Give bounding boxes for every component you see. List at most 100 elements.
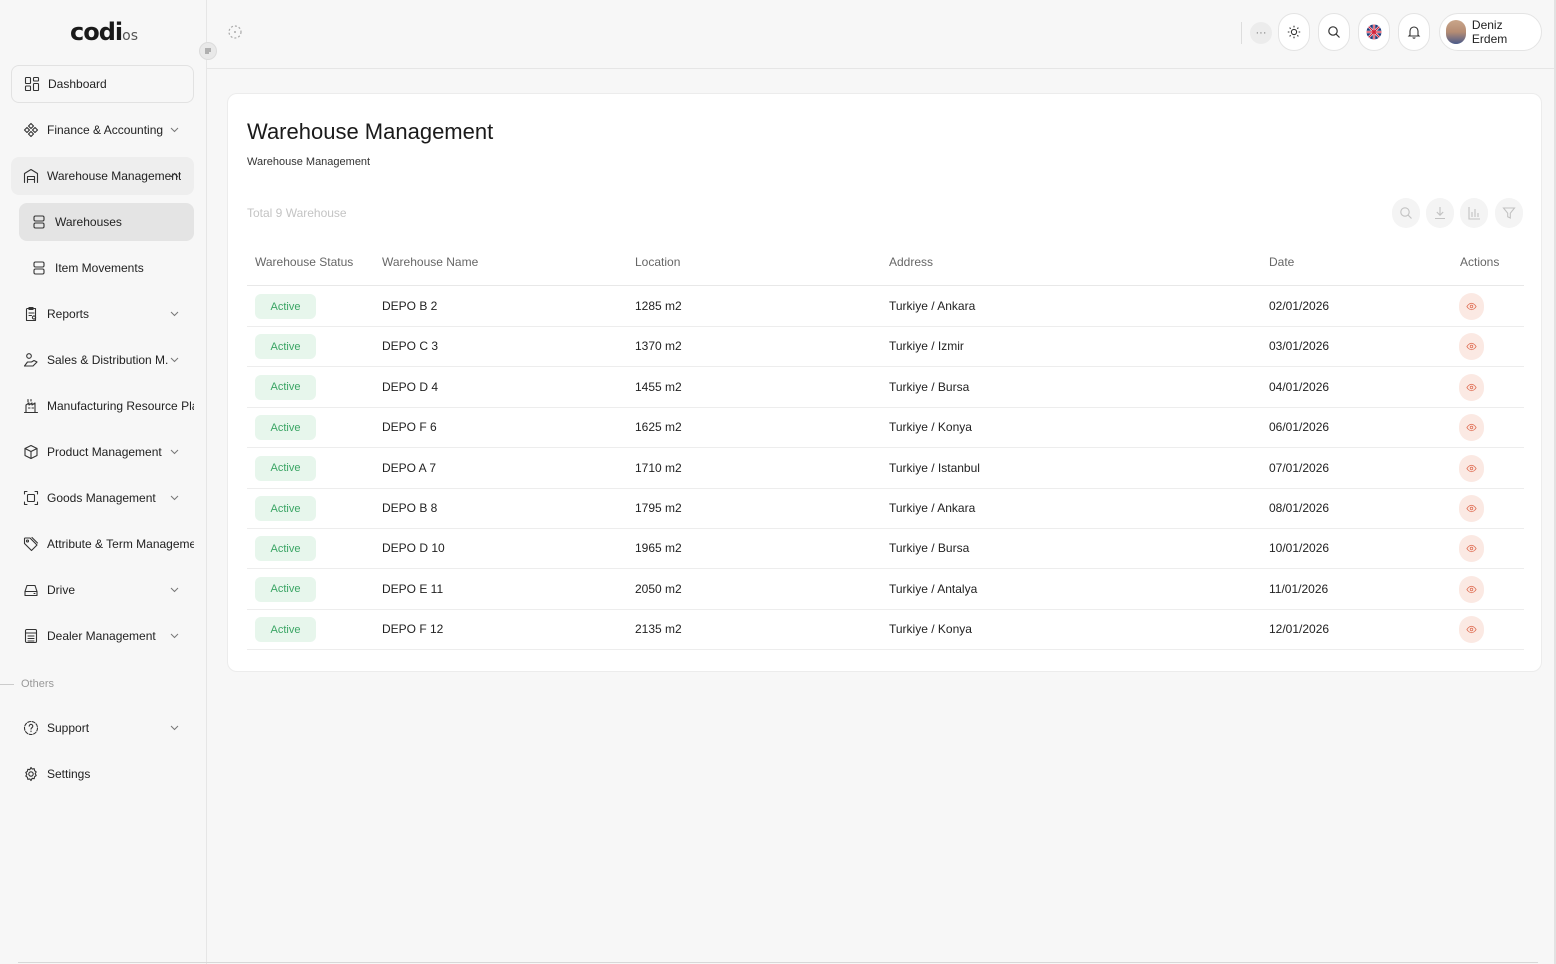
warehouse-name-cell: DEPO F 6 xyxy=(382,420,437,435)
view-button[interactable] xyxy=(1459,373,1484,401)
table-row[interactable]: Active DEPO C 3 1370 m2 Turkiye / Izmir 03/0… xyxy=(247,326,1524,368)
chart-button[interactable] xyxy=(1460,198,1488,228)
language-button[interactable] xyxy=(1358,13,1390,51)
table-search-button[interactable] xyxy=(1392,198,1420,228)
table-row[interactable]: Active DEPO A 7 1710 m2 Turkiye / Istanbul 0… xyxy=(247,448,1524,489)
warehouse-name-cell: DEPO C 3 xyxy=(382,339,439,354)
location-cell: 1455 m2 xyxy=(635,379,682,394)
sidebar-item-finance-accounting[interactable]: Finance & Accounting xyxy=(11,111,194,149)
sidebar-item-attribute-term-management[interactable]: Attribute & Term Management xyxy=(11,525,194,563)
table-row[interactable]: Active DEPO D 10 1965 m2 Turkiye / Bursa 10/… xyxy=(247,528,1524,570)
menu-icon xyxy=(205,48,211,54)
date-cell: 04/01/2026 xyxy=(1269,379,1330,394)
view-button[interactable] xyxy=(1459,575,1484,603)
sidebar: codios Dashboard Finance & Accounting Ware… xyxy=(0,0,207,964)
sun-icon xyxy=(1287,25,1301,39)
eye-icon xyxy=(1466,626,1477,634)
download-button[interactable] xyxy=(1426,198,1454,228)
address-cell: Turkiye / Ankara xyxy=(889,299,976,313)
sidebar-item-goods-management[interactable]: Goods Management xyxy=(11,479,194,517)
location-cell: 1795 m2 xyxy=(635,501,682,515)
sidebar-item-item-movements[interactable]: Item Movements xyxy=(19,249,194,287)
chevron-down-icon xyxy=(170,357,179,363)
view-button[interactable] xyxy=(1459,616,1484,644)
table-row[interactable]: Active DEPO B 2 1285 m2 Turkiye / Ankara 02/… xyxy=(247,286,1524,327)
sales-icon xyxy=(23,353,38,367)
address-cell: Turkiye / Bursa xyxy=(889,541,970,556)
table-row[interactable]: Active DEPO E 11 2050 m2 Turkiye / Antalya 1… xyxy=(247,569,1524,610)
chevron-down-icon xyxy=(170,725,179,731)
column-header-status[interactable]: Warehouse Status xyxy=(255,255,353,269)
view-button[interactable] xyxy=(1459,293,1484,320)
address-cell: Turkiye / Istanbul xyxy=(889,460,980,475)
search-button[interactable] xyxy=(1318,13,1350,51)
others-section-label: Others xyxy=(0,678,54,690)
view-button[interactable] xyxy=(1459,495,1484,522)
sidebar-item-support[interactable]: Support xyxy=(11,709,194,747)
eye-icon xyxy=(1466,424,1477,432)
status-badge: Active xyxy=(255,334,316,360)
column-header-location[interactable]: Location xyxy=(635,255,680,269)
status-badge: Active xyxy=(255,455,316,481)
location-cell: 1710 m2 xyxy=(635,460,682,475)
sidebar-item-manufacturing-resource-planni[interactable]: Manufacturing Resource Planni xyxy=(11,387,194,425)
sidebar-item-settings[interactable]: Settings xyxy=(11,755,194,793)
column-header-actions: Actions xyxy=(1460,255,1500,269)
sidebar-item-icon xyxy=(23,536,39,552)
server-icon xyxy=(33,261,45,275)
filter-button[interactable] xyxy=(1495,198,1523,228)
sidebar-item-warehouse-management[interactable]: Warehouse Management xyxy=(11,157,194,195)
sidebar-item-sales-distribution-m[interactable]: Sales & Distribution M. xyxy=(11,341,194,379)
notifications-button[interactable] xyxy=(1398,13,1430,51)
warehouse-name-cell: DEPO D 10 xyxy=(382,541,445,556)
sidebar-item-drive[interactable]: Drive xyxy=(11,571,194,609)
column-header-date[interactable]: Date xyxy=(1269,255,1294,269)
more-options-button[interactable]: ··· xyxy=(1250,22,1272,44)
sidebar-item-dealer-management[interactable]: Dealer Management xyxy=(11,617,194,655)
brand-logo[interactable]: codios xyxy=(70,18,138,46)
dealer-icon xyxy=(24,628,38,644)
sidebar-item-icon xyxy=(23,720,39,736)
view-button[interactable] xyxy=(1459,333,1484,361)
breadcrumb[interactable]: Warehouse Management xyxy=(247,156,370,168)
eye-icon xyxy=(1466,464,1477,472)
reports-icon xyxy=(25,306,37,322)
sidebar-item-product-management[interactable]: Product Management xyxy=(11,433,194,471)
server-icon xyxy=(33,215,45,229)
sidebar-item-icon xyxy=(23,398,39,414)
date-cell: 08/01/2026 xyxy=(1269,501,1330,515)
location-cell: 1965 m2 xyxy=(635,541,682,556)
chevron-up-icon xyxy=(170,172,179,178)
date-cell: 10/01/2026 xyxy=(1269,541,1330,556)
sidebar-item-icon xyxy=(23,122,39,138)
table-row[interactable]: Active DEPO F 12 2135 m2 Turkiye / Konya 12/… xyxy=(247,609,1524,651)
eye-icon xyxy=(1466,585,1477,593)
sidebar-collapse-button[interactable] xyxy=(199,42,217,60)
table-row[interactable]: Active DEPO D 4 1455 m2 Turkiye / Bursa 04/0… xyxy=(247,367,1524,408)
sidebar-item-warehouses[interactable]: Warehouses xyxy=(19,203,194,241)
view-button[interactable] xyxy=(1459,414,1484,442)
column-header-name[interactable]: Warehouse Name xyxy=(382,255,478,269)
table-row[interactable]: Active DEPO F 6 1625 m2 Turkiye / Konya 06/0… xyxy=(247,407,1524,449)
total-count-label: Total 9 Warehouse xyxy=(247,206,347,220)
bar-chart-icon xyxy=(1468,207,1480,220)
sidebar-item-icon xyxy=(23,490,39,506)
sidebar-item-label: Support xyxy=(47,721,90,735)
box-icon xyxy=(24,444,38,460)
eye-icon xyxy=(1466,504,1477,513)
table-row[interactable]: Active DEPO B 8 1795 m2 Turkiye / Ankara 08/… xyxy=(247,488,1524,529)
sidebar-item-reports[interactable]: Reports xyxy=(11,295,194,333)
eye-icon xyxy=(1466,302,1477,311)
sidebar-item-dashboard[interactable]: Dashboard xyxy=(11,65,194,103)
theme-toggle-button[interactable] xyxy=(1278,13,1310,51)
factory-icon xyxy=(23,398,39,414)
column-header-address[interactable]: Address xyxy=(889,255,933,269)
view-button[interactable] xyxy=(1459,535,1484,563)
warehouse-icon xyxy=(23,168,39,184)
topbar: ··· Deniz Erdem xyxy=(207,0,1556,69)
user-menu[interactable]: Deniz Erdem xyxy=(1439,13,1542,51)
date-cell: 11/01/2026 xyxy=(1269,581,1329,596)
eye-icon xyxy=(1466,545,1477,553)
sidebar-item-icon xyxy=(31,214,47,230)
view-button[interactable] xyxy=(1459,454,1484,482)
